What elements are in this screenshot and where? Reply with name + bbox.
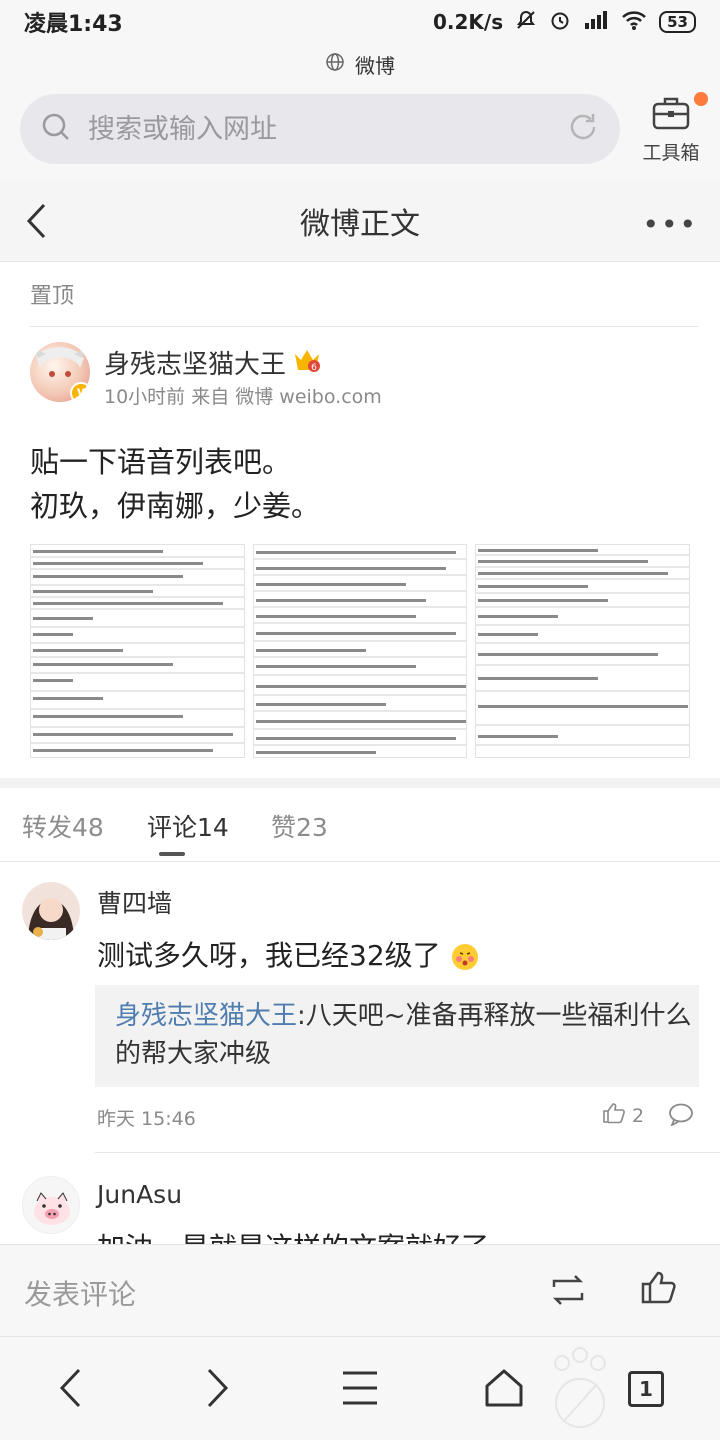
forward-nav-icon[interactable] xyxy=(204,1367,230,1413)
svg-text:6: 6 xyxy=(311,363,317,373)
tab-likes[interactable]: 赞23 xyxy=(271,808,328,844)
paw-decoration-icon xyxy=(544,1341,614,1435)
globe-icon xyxy=(325,52,345,77)
commenter-name[interactable]: 曹四墙 xyxy=(97,884,172,920)
reply-text: :八天吧~准备再释放一些福利什么 xyxy=(297,1001,692,1031)
refresh-icon[interactable] xyxy=(566,110,600,148)
search-icon xyxy=(40,111,72,147)
signal-icon xyxy=(583,9,609,36)
post-tabs: 转发48 评论14 赞23 xyxy=(0,788,720,862)
notification-dot xyxy=(694,92,708,106)
blushing-emoji-icon xyxy=(450,939,480,972)
battery-indicator: 53 xyxy=(659,11,696,33)
post-meta: 10小时前 来自 微博 weibo.com xyxy=(104,386,382,408)
reply-text-continued: 的帮大家冲级 xyxy=(115,1039,272,1069)
comment-text: 测试多久呀，我已经32级了 xyxy=(97,934,480,974)
toolbox-label: 工具箱 xyxy=(642,142,700,164)
tab-comments[interactable]: 评论14 xyxy=(147,808,229,844)
address-bar[interactable] xyxy=(20,94,620,164)
mute-icon xyxy=(515,9,537,36)
network-speed: 0.2K/s xyxy=(432,10,504,34)
toolbox-button[interactable]: 工具箱 xyxy=(636,92,708,165)
comment-composer: 发表评论 xyxy=(0,1244,720,1336)
author-name[interactable]: 身残志坚猫大王 xyxy=(104,344,286,381)
repost-icon[interactable] xyxy=(550,1273,586,1311)
commenter-name[interactable]: JunAsu xyxy=(97,1180,182,1209)
like-count: 2 xyxy=(632,1104,645,1127)
site-title-bar: 微博 xyxy=(0,50,720,79)
post-text-line: 初玖，伊南娜，少姜。 xyxy=(30,489,321,523)
author-avatar[interactable]: v xyxy=(30,342,90,402)
more-icon[interactable]: ••• xyxy=(642,208,698,241)
page-title: 微博正文 xyxy=(300,206,420,242)
site-title: 微博 xyxy=(355,54,395,78)
reply-author[interactable]: 身残志坚猫大王 xyxy=(115,1001,297,1031)
page-header: 微博正文 ••• xyxy=(0,180,720,262)
tab-reposts[interactable]: 转发48 xyxy=(22,808,104,844)
alarm-icon xyxy=(549,9,571,36)
tab-switcher-button[interactable]: 1 xyxy=(628,1371,664,1407)
wifi-icon xyxy=(621,9,647,36)
vip-crown-icon: 6 xyxy=(292,346,322,378)
reply-quote[interactable]: 身残志坚猫大王:八天吧~准备再释放一些福利什么 的帮大家冲级 xyxy=(95,985,699,1087)
post-text-line: 贴一下语音列表吧。 xyxy=(30,445,292,479)
post-images xyxy=(30,544,691,758)
comment-like-button[interactable]: 2 xyxy=(602,1102,644,1129)
comment-input[interactable]: 发表评论 xyxy=(24,1273,136,1313)
post-image-1[interactable] xyxy=(30,544,245,758)
pinned-label: 置顶 xyxy=(30,284,75,309)
thumbs-up-icon xyxy=(602,1102,626,1129)
post-image-2[interactable] xyxy=(252,544,468,758)
active-tab-indicator xyxy=(159,852,185,856)
reply-bubble-icon[interactable] xyxy=(668,1102,694,1130)
commenter-avatar[interactable] xyxy=(22,882,80,940)
commenter-avatar[interactable] xyxy=(22,1176,80,1234)
comment-text-content: 测试多久呀，我已经32级了 xyxy=(97,939,441,972)
section-separator xyxy=(0,778,720,788)
like-icon[interactable] xyxy=(640,1269,676,1309)
divider xyxy=(30,326,698,327)
post-image-3[interactable] xyxy=(475,544,691,758)
comment-divider xyxy=(95,1152,720,1153)
browser-nav-bar: 1 xyxy=(0,1336,720,1440)
status-icons: 0.2K/s 53 xyxy=(433,9,696,36)
post-text: 贴一下语音列表吧。 初玖，伊南娜，少姜。 xyxy=(30,440,690,528)
status-bar: 凌晨1:43 0.2K/s 53 xyxy=(0,0,720,44)
back-nav-icon[interactable] xyxy=(58,1367,84,1413)
toolbox-icon xyxy=(651,97,691,136)
browser-chrome: 微博 工具箱 xyxy=(0,44,720,180)
search-input[interactable] xyxy=(88,113,566,145)
home-icon[interactable] xyxy=(484,1367,524,1413)
verified-badge-icon: v xyxy=(70,382,90,402)
menu-icon[interactable] xyxy=(341,1367,379,1413)
comment-time: 昨天 15:46 xyxy=(97,1108,196,1130)
status-time: 凌晨1:43 xyxy=(24,12,123,37)
